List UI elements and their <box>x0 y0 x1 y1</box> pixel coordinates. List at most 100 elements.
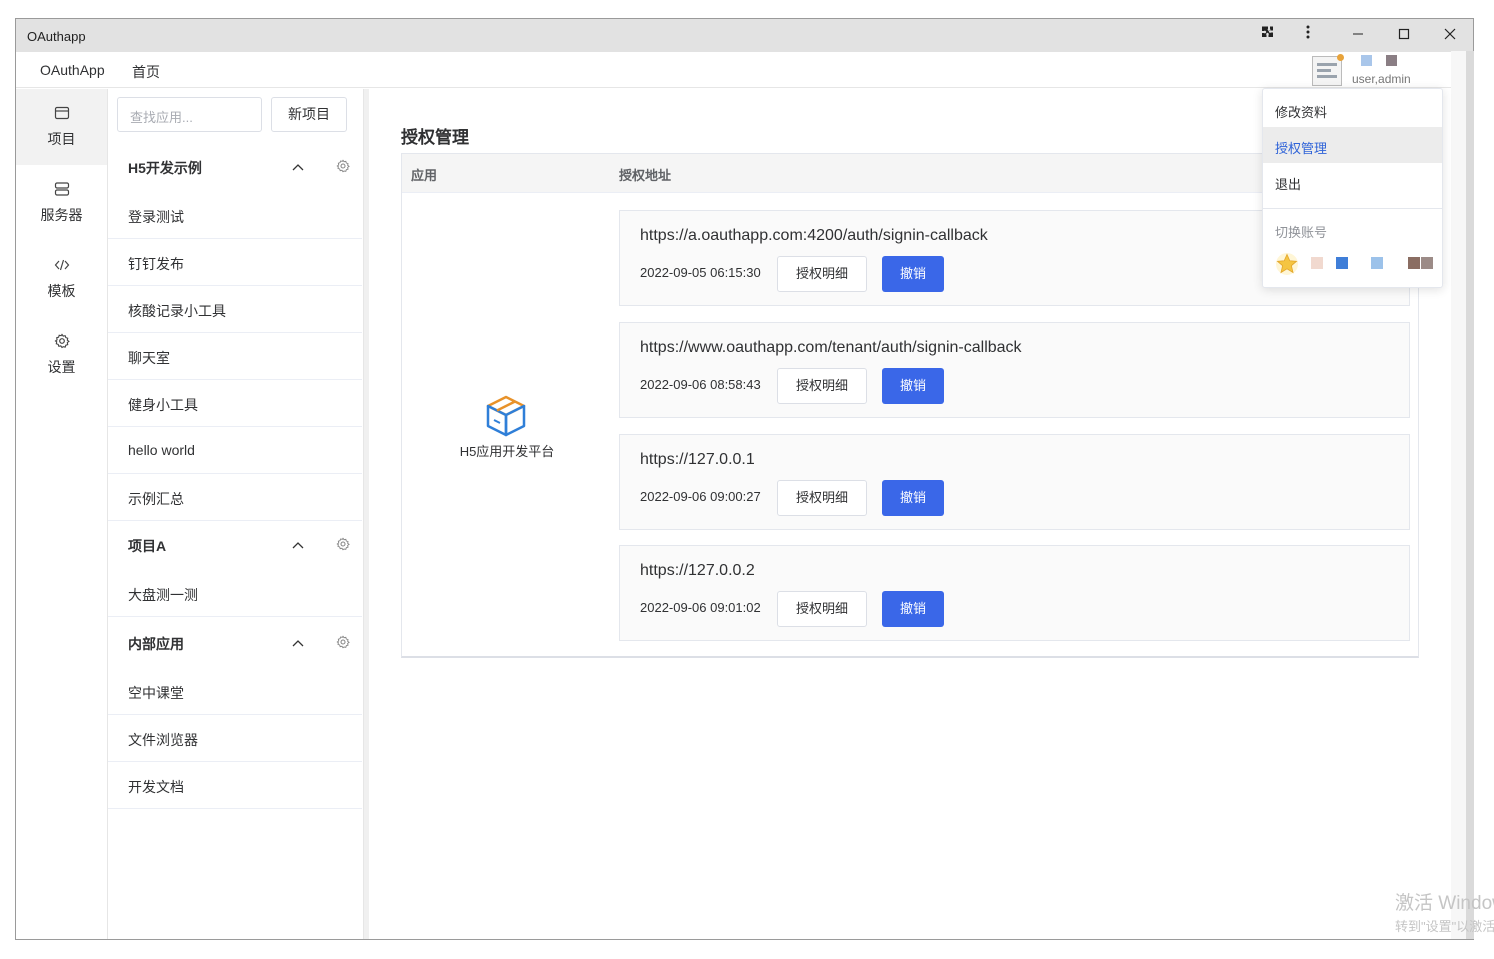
nav-item-projects[interactable]: 项目 <box>16 89 107 165</box>
server-icon <box>16 181 107 199</box>
search-input[interactable]: 查找应用... <box>117 97 262 132</box>
auth-time: 2022-09-05 06:15:30 <box>640 265 761 280</box>
window-title: OAuthapp <box>27 29 86 44</box>
title-bar: OAuthapp <box>16 19 1473 52</box>
chevron-up-icon[interactable] <box>292 161 304 173</box>
project-name: hello world <box>128 442 195 458</box>
redirect-url: https://127.0.0.2 <box>640 562 755 579</box>
nav-label: 服务器 <box>40 207 83 223</box>
group-header[interactable]: 内部应用 <box>108 621 362 665</box>
project-item[interactable]: 聊天室 <box>108 333 362 380</box>
menu-item-logout[interactable]: 退出 <box>1263 163 1442 199</box>
nav-item-servers[interactable]: 服务器 <box>16 165 107 241</box>
account-pixel <box>1336 257 1348 269</box>
auth-detail-button[interactable]: 授权明细 <box>777 256 867 292</box>
group-settings-icon[interactable] <box>336 537 350 551</box>
maximize-icon[interactable] <box>1391 23 1417 49</box>
auth-entry-card: https://127.0.0.2 2022-09-06 09:01:02 授权… <box>619 545 1410 641</box>
auth-time: 2022-09-06 09:01:02 <box>640 600 761 615</box>
revoke-button[interactable]: 撤销 <box>882 256 944 292</box>
new-project-button[interactable]: 新项目 <box>271 97 347 132</box>
group-settings-icon[interactable] <box>336 635 350 649</box>
group-settings-icon[interactable] <box>336 159 350 173</box>
auth-detail-button[interactable]: 授权明细 <box>777 591 867 627</box>
project-item[interactable]: 大盘测一测 <box>108 570 362 617</box>
app-cell: H5应用开发平台 <box>402 194 612 657</box>
user-dropdown-menu: 修改资料 授权管理 退出 切换账号 <box>1262 88 1443 288</box>
project-name: 核酸记录小工具 <box>128 303 226 319</box>
star-avatar-icon[interactable] <box>1275 252 1299 276</box>
project-item[interactable]: hello world <box>108 427 362 474</box>
icon-sidebar: 项目 服务器 模板 设置 <box>16 89 108 939</box>
project-item[interactable]: 核酸记录小工具 <box>108 286 362 333</box>
project-name: 文件浏览器 <box>128 732 198 748</box>
close-icon[interactable] <box>1437 23 1463 49</box>
redirect-url: https://www.oauthapp.com/tenant/auth/sig… <box>640 339 1022 356</box>
app-window: OAuthapp OAuthApp 首页 user,admin 项目 服务器 模… <box>15 18 1474 940</box>
switch-account-label: 切换账号 <box>1275 225 1328 240</box>
menu-bar: OAuthApp 首页 user,admin <box>16 52 1473 88</box>
user-avatar[interactable] <box>1312 54 1344 86</box>
notification-dot <box>1337 54 1344 61</box>
project-item[interactable]: 文件浏览器 <box>108 715 362 762</box>
group-header[interactable]: H5开发示例 <box>108 145 362 189</box>
more-vertical-icon[interactable] <box>1295 23 1321 49</box>
menu-item-auth-management[interactable]: 授权管理 <box>1263 127 1442 163</box>
nav-label: 项目 <box>47 131 76 147</box>
auth-detail-button[interactable]: 授权明细 <box>777 368 867 404</box>
nav-label: 设置 <box>47 359 76 375</box>
account-pixel <box>1371 257 1383 269</box>
scrollbar-track[interactable] <box>1451 51 1467 939</box>
project-item[interactable]: 登录测试 <box>108 192 362 239</box>
menu-home[interactable]: 首页 <box>132 62 160 82</box>
redirect-url: https://127.0.0.1 <box>640 451 755 468</box>
window-icon <box>16 105 107 123</box>
page-title: 授权管理 <box>401 128 469 147</box>
revoke-button[interactable]: 撤销 <box>882 480 944 516</box>
project-item[interactable]: 健身小工具 <box>108 380 362 427</box>
activation-watermark-title: 激活 Windows <box>1395 893 1494 914</box>
project-item[interactable]: 开发文档 <box>108 762 362 809</box>
chevron-up-icon[interactable] <box>292 637 304 649</box>
auth-time: 2022-09-06 08:58:43 <box>640 377 761 392</box>
menu-item-edit-profile[interactable]: 修改资料 <box>1263 91 1442 127</box>
project-name: 钉钉发布 <box>128 256 184 272</box>
app-box-icon <box>486 395 526 437</box>
project-name: 登录测试 <box>128 209 184 225</box>
project-item[interactable]: 钉钉发布 <box>108 239 362 286</box>
minimize-icon[interactable] <box>1345 23 1371 49</box>
auth-detail-button[interactable]: 授权明细 <box>777 480 867 516</box>
revoke-button[interactable]: 撤销 <box>882 591 944 627</box>
auth-time: 2022-09-06 09:00:27 <box>640 489 761 504</box>
scrollbar-thumb[interactable] <box>1466 51 1474 939</box>
nav-label: 模板 <box>47 283 76 299</box>
chevron-up-icon[interactable] <box>292 539 304 551</box>
project-item[interactable]: 空中课堂 <box>108 668 362 715</box>
account-pixel <box>1311 257 1323 269</box>
auth-entry-card: https://127.0.0.1 2022-09-06 09:00:27 授权… <box>619 434 1410 530</box>
revoke-button[interactable]: 撤销 <box>882 368 944 404</box>
group-header[interactable]: 项目A <box>108 523 362 567</box>
column-header-url: 授权地址 <box>619 168 672 183</box>
activation-watermark-subtitle: 转到"设置"以激活 Windows。 <box>1395 919 1494 934</box>
group-title: H5开发示例 <box>128 160 202 176</box>
menu-app-name[interactable]: OAuthApp <box>40 62 105 78</box>
account-pixel <box>1408 257 1420 269</box>
project-item[interactable]: 示例汇总 <box>108 474 362 521</box>
username-pixel <box>1361 55 1372 66</box>
code-icon <box>16 257 107 275</box>
column-header-app: 应用 <box>411 168 438 183</box>
redirect-url: https://a.oauthapp.com:4200/auth/signin-… <box>640 227 988 244</box>
menu-divider <box>1263 208 1442 209</box>
project-name: 大盘测一测 <box>128 587 198 603</box>
nav-item-templates[interactable]: 模板 <box>16 241 107 317</box>
extensions-icon[interactable] <box>1255 23 1281 49</box>
project-name: 空中课堂 <box>128 685 184 701</box>
project-name: 健身小工具 <box>128 397 198 413</box>
project-name: 聊天室 <box>128 350 170 366</box>
nav-item-settings[interactable]: 设置 <box>16 317 107 393</box>
project-name: 开发文档 <box>128 779 184 795</box>
project-panel: 查找应用... 新项目 H5开发示例 登录测试 钉钉发布 核酸记录小工具 聊天室… <box>108 89 364 939</box>
username-pixel <box>1386 55 1397 66</box>
auth-entry-card: https://www.oauthapp.com/tenant/auth/sig… <box>619 322 1410 418</box>
